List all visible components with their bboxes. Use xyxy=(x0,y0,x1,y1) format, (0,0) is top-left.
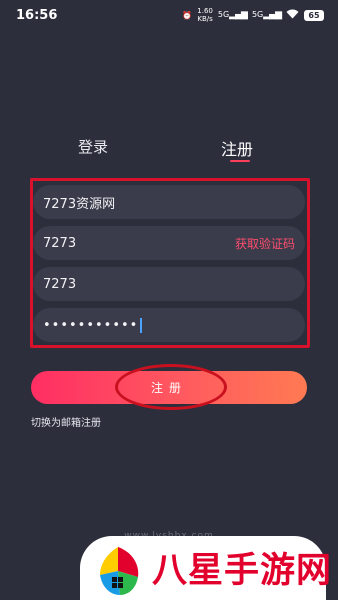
wifi-icon xyxy=(286,9,299,21)
status-icons: ⏰ 1.60 KB/s 5G▂▄▆ 5G▂▄▆ 65 xyxy=(182,7,324,23)
tab-register[interactable]: 注册 xyxy=(221,136,253,160)
switch-to-email-link[interactable]: 切换为邮箱注册 xyxy=(31,414,101,429)
alarm-icon: ⏰ xyxy=(182,10,193,20)
annotation-ellipse-button xyxy=(115,364,227,410)
signal-icon-1: 5G▂▄▆ xyxy=(217,10,248,20)
battery-icon: 65 xyxy=(304,9,324,21)
tab-active-indicator xyxy=(230,160,250,162)
annotation-box-fields xyxy=(30,178,310,348)
tab-login[interactable]: 登录 xyxy=(78,136,108,157)
signal-icon-2: 5G▂▄▆ xyxy=(251,10,282,20)
network-speed: 1.60 KB/s xyxy=(197,7,213,23)
status-bar: 16:56 ⏰ 1.60 KB/s 5G▂▄▆ 5G▂▄▆ 65 xyxy=(0,0,338,30)
watermark-brand: 八星手游网 xyxy=(152,551,333,591)
status-time: 16:56 xyxy=(16,7,58,23)
brand-logo-icon xyxy=(100,547,139,595)
